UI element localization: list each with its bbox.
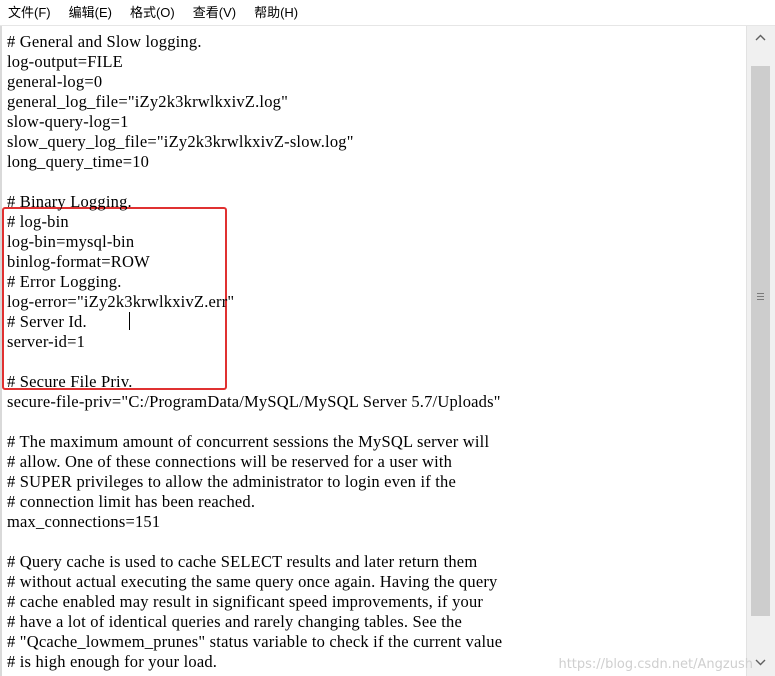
code-line: server-id=1 [7, 332, 86, 351]
thumb-grip-line [757, 296, 764, 297]
code-line: general_log_file="iZy2k3krwlkxivZ.log" [7, 92, 289, 111]
menu-view[interactable]: 查看(V) [184, 0, 245, 26]
code-line: # is high enough for your load. [7, 652, 218, 671]
code-line: # Server Id. [7, 312, 87, 331]
chevron-down-icon[interactable] [752, 654, 769, 671]
code-line: # Error Logging. [7, 272, 122, 291]
code-line: # Binary Logging. [7, 192, 132, 211]
code-line: max_connections=151 [7, 512, 161, 531]
code-line: log-bin=mysql-bin [7, 232, 135, 251]
scrollbar-thumb[interactable] [751, 66, 770, 616]
code-line: binlog-format=ROW [7, 252, 150, 271]
thumb-grip-line [757, 299, 764, 300]
code-line: # log-bin [7, 212, 69, 231]
code-line: # cache enabled may result in significan… [7, 592, 484, 611]
code-line: # Secure File Priv. [7, 372, 133, 391]
code-line: # Query cache is used to cache SELECT re… [7, 552, 478, 571]
code-line: # The maximum amount of concurrent sessi… [7, 432, 490, 451]
menu-format[interactable]: 格式(O) [121, 0, 184, 26]
code-line: secure-file-priv="C:/ProgramData/MySQL/M… [7, 392, 501, 411]
code-line: # SUPER privileges to allow the administ… [7, 472, 457, 491]
code-line: slow_query_log_file="iZy2k3krwlkxivZ-slo… [7, 132, 354, 151]
menu-file[interactable]: 文件(F) [0, 0, 60, 26]
text-editor[interactable]: # General and Slow logging. log-output=FI… [0, 26, 746, 676]
code-line: # without actual executing the same quer… [7, 572, 498, 591]
chevron-up-icon[interactable] [752, 29, 769, 46]
text-cursor [129, 312, 130, 330]
thumb-grip-line [757, 293, 764, 294]
menu-edit[interactable]: 编辑(E) [60, 0, 121, 26]
code-line: long_query_time=10 [7, 152, 150, 171]
watermark-text: https://blog.csdn.net/Angzush [558, 657, 753, 672]
code-line: # "Qcache_lowmem_prunes" status variable… [7, 632, 503, 651]
code-line: # General and Slow logging. [7, 32, 202, 51]
text-area[interactable]: # General and Slow logging. log-output=FI… [0, 26, 742, 676]
code-line: # connection limit has been reached. [7, 492, 256, 511]
menu-help[interactable]: 帮助(H) [245, 0, 307, 26]
menu-bar: 文件(F) 编辑(E) 格式(O) 查看(V) 帮助(H) [0, 0, 775, 26]
code-line: log-error="iZy2k3krwlkxivZ.err" [7, 292, 235, 311]
code-line: general-log=0 [7, 72, 103, 91]
code-line: slow-query-log=1 [7, 112, 129, 131]
code-line: log-output=FILE [7, 52, 123, 71]
code-line: # allow. One of these connections will b… [7, 452, 453, 471]
vertical-scrollbar[interactable] [746, 26, 775, 676]
code-line: # have a lot of identical queries and ra… [7, 612, 463, 631]
